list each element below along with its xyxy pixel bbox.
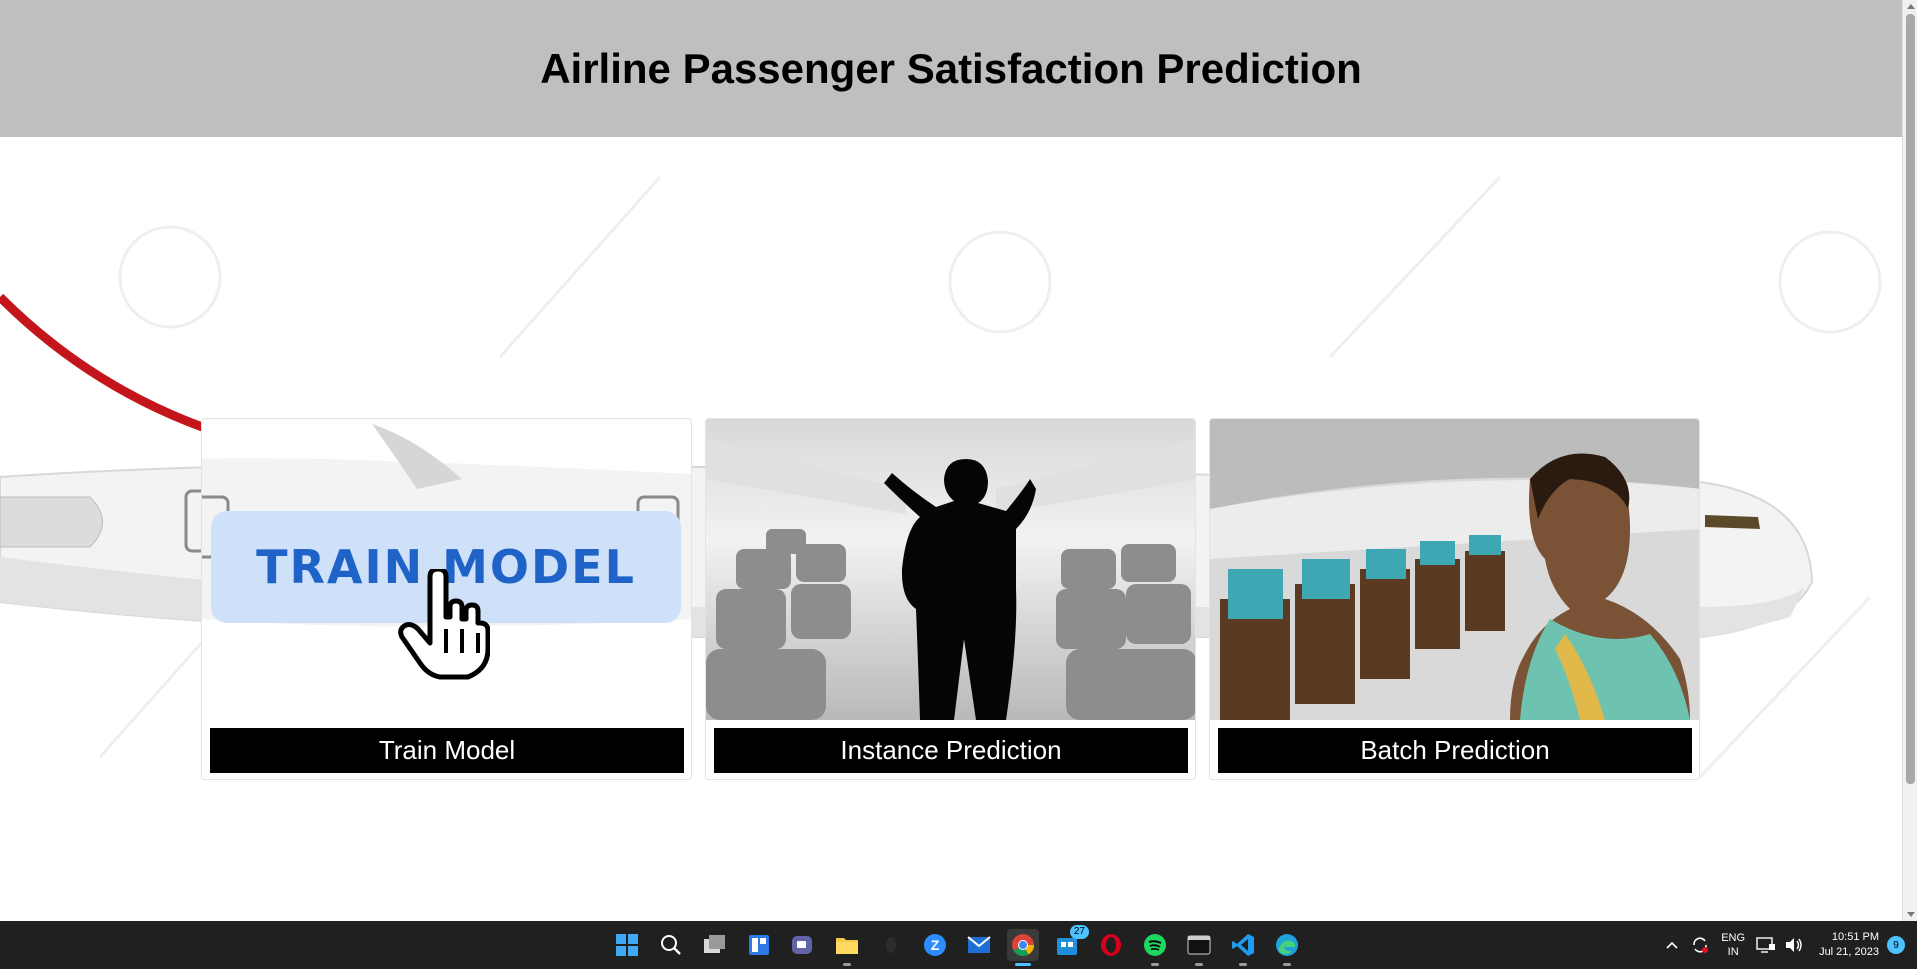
taskbar-apps: Z 27 — [611, 921, 1303, 969]
train-model-button[interactable]: Train Model — [210, 728, 684, 773]
instance-prediction-image[interactable] — [706, 419, 1195, 720]
hand-cursor-icon — [398, 569, 490, 680]
task-view-icon[interactable] — [699, 929, 731, 961]
instance-prediction-card[interactable]: Instance Prediction — [705, 418, 1196, 780]
batch-prediction-card[interactable]: Batch Prediction — [1209, 418, 1700, 780]
language-region: IN — [1727, 946, 1739, 958]
show-hidden-icons-chevron-icon[interactable] — [1661, 934, 1683, 956]
scroll-up-arrow-icon[interactable] — [1907, 4, 1915, 9]
volume-icon[interactable] — [1783, 934, 1805, 956]
sync-icon[interactable] — [1689, 934, 1711, 956]
edge-icon[interactable] — [1271, 929, 1303, 966]
terminal-icon[interactable] — [1183, 929, 1215, 966]
scroll-down-arrow-icon[interactable] — [1907, 912, 1915, 917]
cloud-app-icon[interactable] — [875, 929, 907, 961]
system-tray: ENG IN 10:51 PM Jul 21, 2023 9 — [1661, 921, 1917, 969]
clock-time: 10:51 PM — [1831, 931, 1879, 943]
zoom-icon[interactable]: Z — [919, 929, 951, 961]
batch-prediction-image[interactable] — [1210, 419, 1699, 720]
opera-icon[interactable] — [1095, 929, 1127, 961]
network-icon[interactable] — [1755, 934, 1777, 956]
browser-viewport: Airline Passenger Satisfaction Predictio… — [0, 0, 1902, 921]
widgets-icon[interactable] — [743, 929, 775, 961]
file-explorer-icon[interactable] — [831, 929, 863, 966]
svg-text:Z: Z — [931, 937, 940, 953]
teams-chat-icon[interactable] — [787, 929, 819, 961]
page-title: Airline Passenger Satisfaction Predictio… — [540, 44, 1362, 92]
spotify-icon[interactable] — [1139, 929, 1171, 966]
vscode-icon[interactable] — [1227, 929, 1259, 966]
vertical-scrollbar[interactable] — [1902, 0, 1917, 921]
scrollbar-thumb[interactable] — [1906, 14, 1915, 784]
notification-badge[interactable]: 9 — [1887, 936, 1905, 954]
batch-prediction-button[interactable]: Batch Prediction — [1218, 728, 1692, 773]
taskbar: Z 27 ENG IN 10:51 PM Jul 21, 2023 9 — [0, 921, 1917, 969]
instance-prediction-button[interactable]: Instance Prediction — [714, 728, 1188, 773]
store-badge: 27 — [1069, 925, 1089, 939]
card-row: TRAIN MODEL Train Model Instance Predict… — [201, 418, 1700, 780]
language-code: ENG — [1721, 932, 1746, 944]
chrome-icon[interactable] — [1007, 929, 1039, 966]
search-icon[interactable] — [655, 929, 687, 961]
page-header: Airline Passenger Satisfaction Predictio… — [0, 0, 1902, 137]
windows-start-icon[interactable] — [611, 929, 643, 961]
store-icon[interactable]: 27 — [1051, 925, 1089, 961]
clock[interactable]: 10:51 PM Jul 21, 2023 — [1819, 930, 1879, 960]
cabin-silhouette-image — [706, 419, 1195, 720]
cabin-attendant-image — [1210, 419, 1699, 720]
clock-date: Jul 21, 2023 — [1819, 946, 1879, 958]
mail-icon[interactable] — [963, 929, 995, 961]
train-model-image[interactable]: TRAIN MODEL — [202, 419, 691, 720]
train-model-card[interactable]: TRAIN MODEL Train Model — [201, 418, 692, 780]
language-indicator[interactable]: ENG IN — [1721, 931, 1745, 959]
